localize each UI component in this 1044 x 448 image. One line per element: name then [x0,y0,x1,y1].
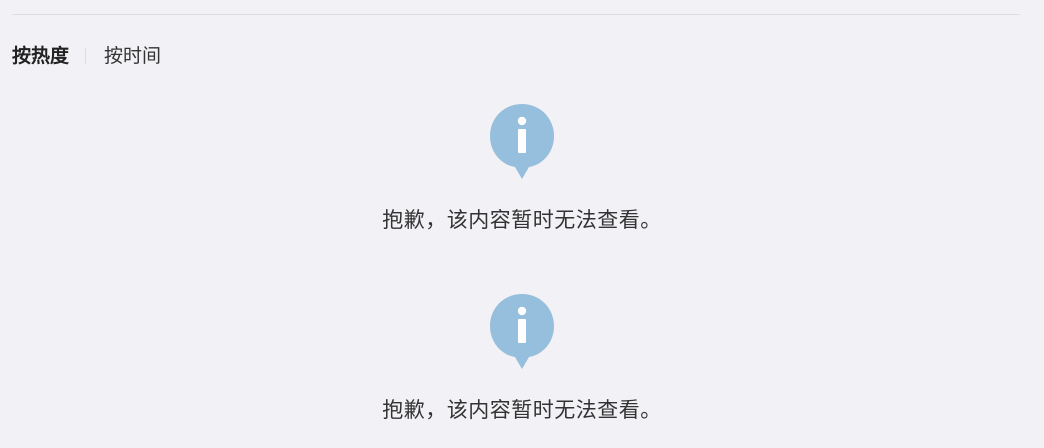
unavailable-notice: 抱歉，该内容暂时无法查看。 [0,103,1044,235]
info-icon [490,294,554,369]
top-divider [12,14,1020,15]
sort-tab-by-popularity[interactable]: 按热度 [12,40,69,72]
sort-separator [85,48,87,64]
notice-message: 抱歉，该内容暂时无法查看。 [382,398,662,422]
sort-bar: 按热度 按时间 [12,40,161,72]
info-icon [490,104,554,179]
unavailable-notice: 抱歉，该内容暂时无法查看。 [0,293,1044,425]
notice-message: 抱歉，该内容暂时无法查看。 [382,208,662,232]
sort-tab-by-time[interactable]: 按时间 [104,40,161,72]
